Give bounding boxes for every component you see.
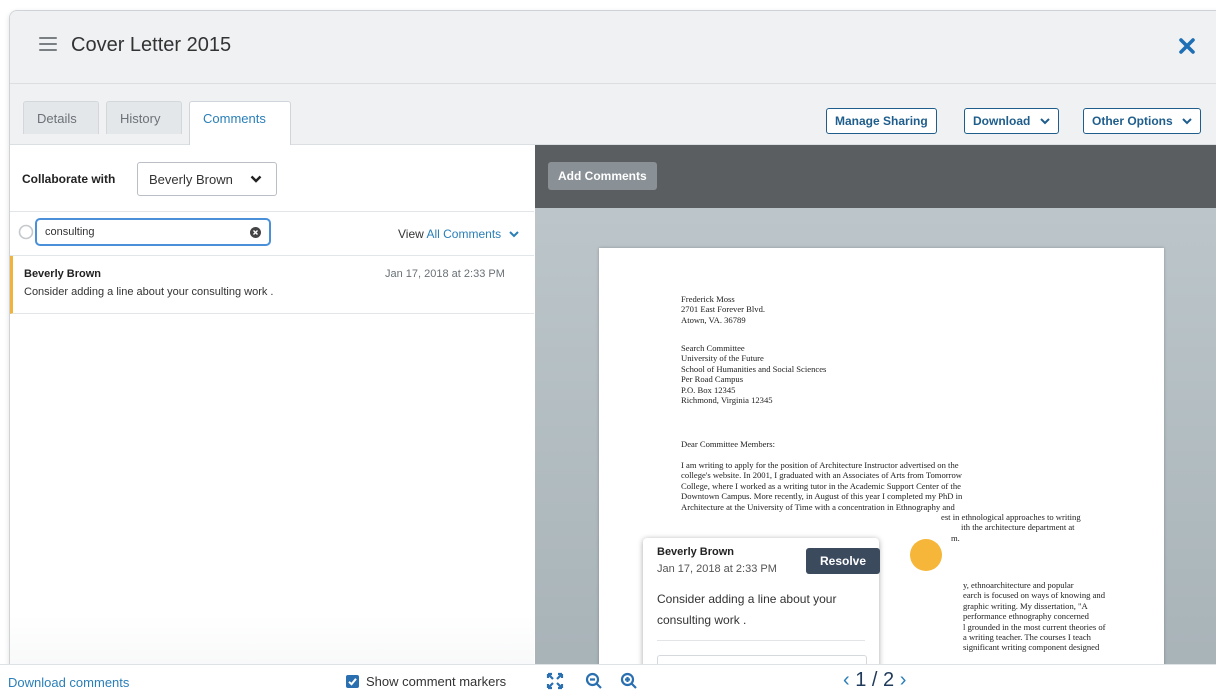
comment-text: Consider adding a line about your consul…	[24, 286, 274, 298]
comment-list-item[interactable]: Beverly Brown Jan 17, 2018 at 2:33 PM Co…	[10, 256, 534, 314]
sender-line: Atown, VA. 36789	[681, 314, 746, 325]
comment-author: Beverly Brown	[24, 268, 102, 280]
paragraph-line: Architecture at the University of Time w…	[681, 501, 955, 512]
comment-date: Jan 17, 2018 at 2:33 PM	[385, 268, 505, 280]
add-comments-button[interactable]: Add Comments	[548, 162, 657, 190]
popup-date: Jan 17, 2018 at 2:33 PM	[657, 563, 777, 575]
manage-sharing-label: Manage Sharing	[835, 114, 928, 128]
other-options-button[interactable]: Other Options	[1083, 108, 1202, 134]
chevron-down-icon	[1182, 118, 1192, 125]
popup-comment-text: Consider adding a line about your consul…	[657, 592, 837, 627]
page-total: 2	[883, 669, 895, 691]
close-icon[interactable]	[1176, 35, 1198, 57]
paragraph-line: est in ethnological approaches to writin…	[941, 512, 1081, 523]
collaborator-value: Beverly Brown	[149, 172, 233, 187]
paragraph-line: Downtown Campus. More recently, in Augus…	[681, 491, 963, 502]
checkmark-icon	[348, 678, 357, 686]
paragraph-line: y, ethnoarchitecture and popular	[963, 580, 1074, 590]
other-options-label: Other Options	[1092, 114, 1173, 128]
search-input[interactable]	[35, 218, 271, 246]
recipient-line: Per Road Campus	[681, 374, 744, 385]
viewer-toolbar: Add Comments	[535, 145, 1216, 208]
tab-comments[interactable]: Comments	[189, 101, 291, 145]
document-viewer: Add Comments Frederick Moss 2701 East Fo…	[535, 145, 1216, 675]
recipient-line: School of Humanities and Social Sciences	[681, 363, 827, 374]
chevron-down-icon	[508, 231, 519, 238]
previous-page-icon[interactable]: ‹	[843, 669, 850, 691]
popup-author: Beverly Brown	[657, 546, 735, 558]
paragraph-line: a writing teacher. The courses I teach	[963, 632, 1091, 643]
paragraph-line: performance ethnography concerned	[963, 611, 1089, 622]
tabs-row: Details History Comments Manage Sharing …	[10, 84, 1216, 145]
tab-details[interactable]: Details	[23, 101, 99, 134]
show-markers-label: Show comment markers	[366, 674, 507, 689]
download-label: Download	[973, 114, 1031, 128]
menu-icon[interactable]	[39, 37, 57, 51]
search-icon	[18, 224, 34, 240]
page-title: Cover Letter 2015	[71, 34, 232, 56]
show-markers-toggle[interactable]: Show comment markers	[346, 674, 506, 689]
comments-panel: Collaborate with Beverly Brown View All …	[10, 145, 534, 695]
manage-sharing-button[interactable]: Manage Sharing	[826, 108, 937, 134]
sender-line: Frederick Moss	[681, 294, 735, 304]
paragraph-1: I am writing to apply for the position o…	[681, 460, 1081, 543]
page-navigation: ‹ 1 / 2 ›	[843, 669, 907, 691]
salutation: Dear Committee Members:	[681, 439, 776, 449]
clear-search-icon[interactable]	[250, 227, 261, 238]
bottom-bar: Download comments Show comment markers ‹…	[0, 664, 1216, 700]
chevron-down-icon	[1039, 118, 1050, 125]
comment-marker[interactable]	[910, 539, 942, 571]
paragraph-line: I am writing to apply for the position o…	[681, 460, 959, 470]
paragraph-line: college's website. In 2001, I graduated …	[681, 470, 962, 481]
resolve-button[interactable]: Resolve	[806, 548, 880, 574]
tab-history[interactable]: History	[106, 101, 182, 134]
download-comments-link[interactable]: Download comments	[8, 675, 129, 690]
paragraph-line: graphic writing. My dissertation, "A	[963, 600, 1088, 611]
zoom-in-icon[interactable]	[620, 672, 638, 690]
title-bar: Cover Letter 2015	[10, 11, 1216, 84]
paragraph-line: ith the architecture department at	[961, 522, 1075, 533]
view-all-prefix: View	[398, 227, 424, 241]
recipient-address: Search Committee University of the Futur…	[681, 343, 826, 405]
sender-address: Frederick Moss 2701 East Forever Blvd. A…	[681, 294, 765, 325]
view-all-comments-dropdown[interactable]: View All Comments	[398, 227, 519, 241]
show-markers-checkbox[interactable]	[346, 675, 359, 688]
paragraph-line: earch is focused on ways of knowing and	[963, 590, 1105, 601]
sender-line: 2701 East Forever Blvd.	[681, 304, 766, 315]
popup-divider	[657, 640, 865, 641]
fit-to-screen-icon[interactable]	[546, 672, 564, 690]
paragraph-line: significant writing component designed	[963, 642, 1100, 653]
app-root: Cover Letter 2015 Details History Commen…	[0, 0, 1216, 700]
recipient-line: Richmond, Virginia 12345	[681, 395, 773, 406]
download-button[interactable]: Download	[964, 108, 1059, 134]
paragraph-line: College, where I worked as a writing tut…	[681, 480, 961, 491]
comment-popup: Beverly Brown Jan 17, 2018 at 2:33 PM Re…	[643, 538, 880, 675]
collaborator-select[interactable]: Beverly Brown	[137, 162, 277, 196]
zoom-out-icon[interactable]	[585, 672, 603, 690]
paragraph-line: l grounded in the most current theories …	[963, 621, 1106, 632]
view-all-link: All Comments	[426, 227, 502, 241]
page-current: 1	[855, 669, 867, 691]
recipient-line: Search Committee	[681, 343, 745, 353]
collaborate-row: Collaborate with Beverly Brown	[10, 145, 534, 212]
collaborate-label: Collaborate with	[22, 172, 116, 186]
next-page-icon[interactable]: ›	[900, 669, 907, 691]
recipient-line: P.O. Box 12345	[681, 384, 736, 395]
document-window: Cover Letter 2015 Details History Commen…	[9, 10, 1216, 700]
chevron-down-icon	[250, 175, 262, 183]
search-row: View All Comments	[10, 212, 534, 256]
recipient-line: University of the Future	[681, 353, 764, 364]
